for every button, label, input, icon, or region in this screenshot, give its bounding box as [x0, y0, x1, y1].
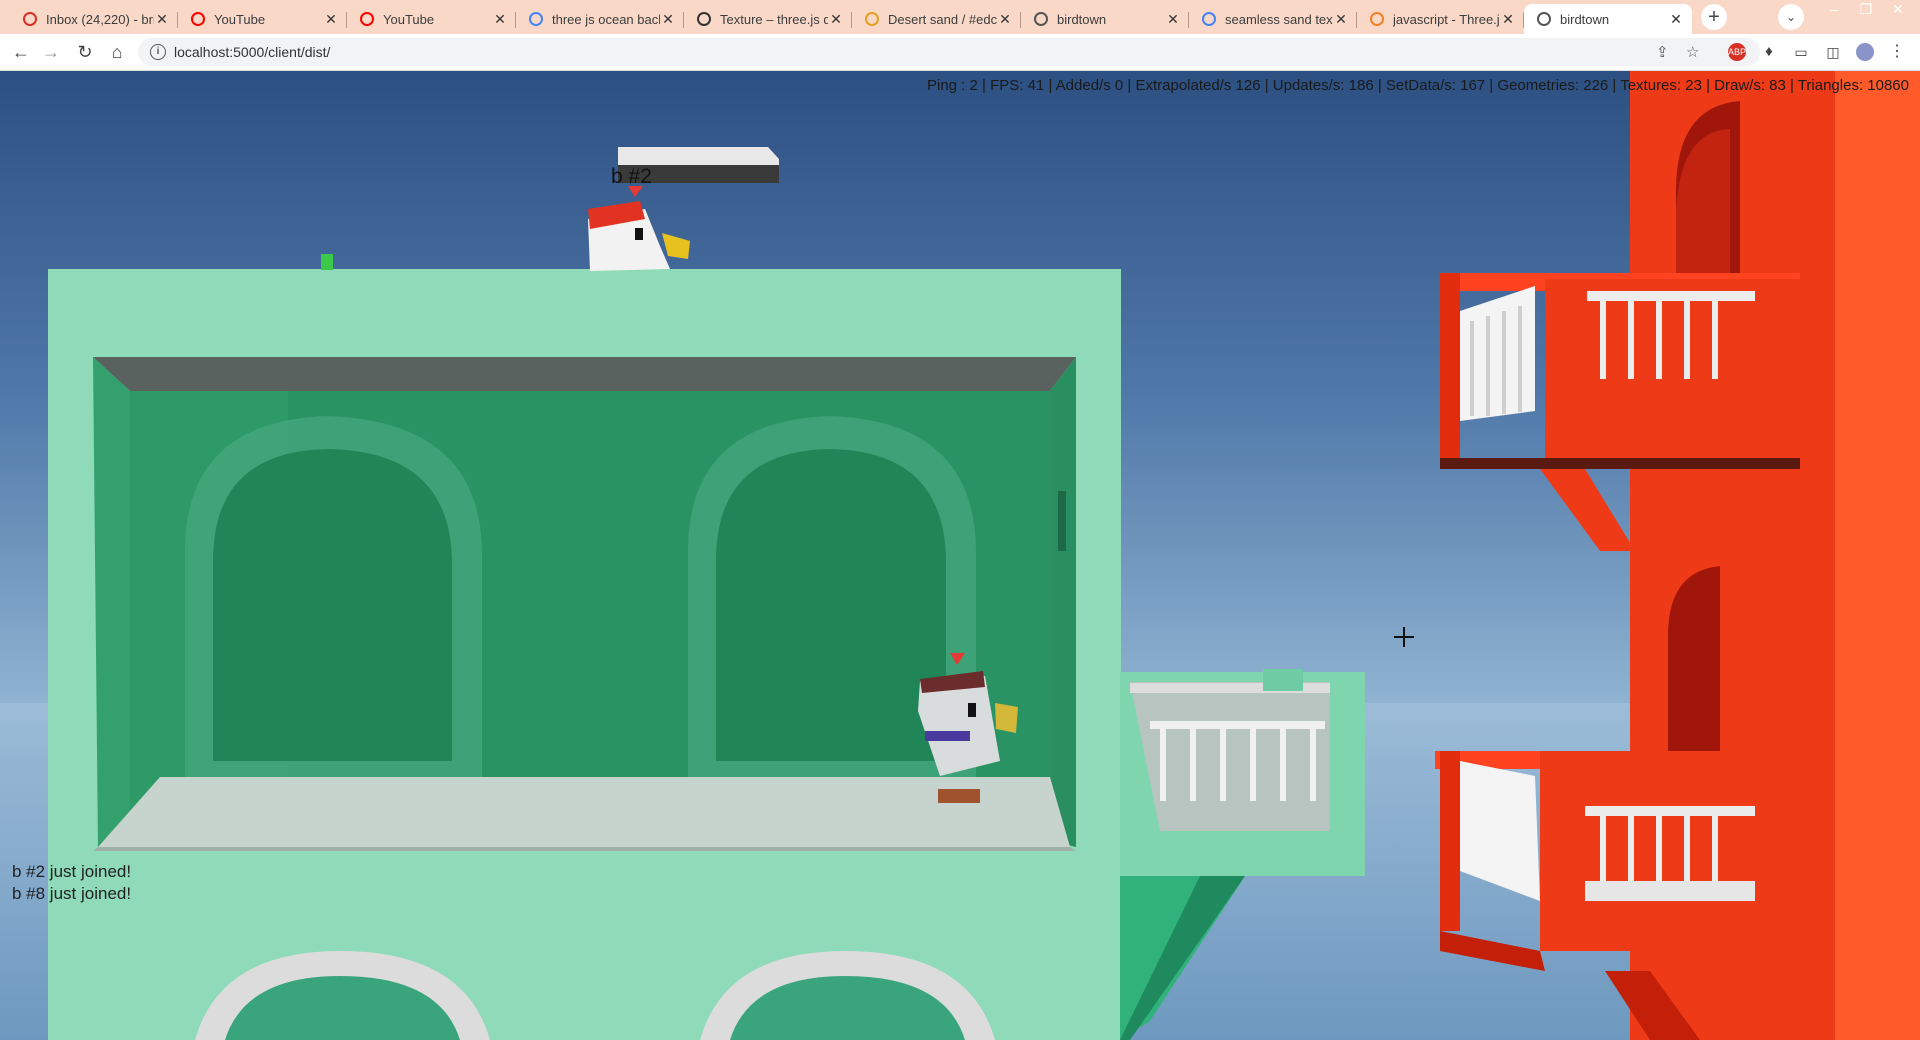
forward-icon[interactable]: → [40, 41, 62, 63]
tab-search-chevron-icon[interactable]: ⌄ [1778, 4, 1804, 30]
tab-close-icon[interactable]: ✕ [492, 11, 508, 28]
cast-icon[interactable]: ▭ [1792, 43, 1810, 61]
new-tab-button[interactable]: + [1701, 4, 1727, 30]
profile-avatar[interactable] [1856, 43, 1874, 61]
tab-close-icon[interactable]: ✕ [828, 11, 844, 28]
tab-close-icon[interactable]: ✕ [154, 11, 170, 28]
colorhexa-icon [864, 11, 880, 27]
back-icon[interactable]: ← [10, 41, 32, 63]
tab-title: javascript - Three.js [1393, 11, 1500, 27]
chat-log: b #2 just joined! b #8 just joined! [12, 861, 131, 905]
youtube-icon [359, 11, 375, 27]
tab-title: seamless sand textu [1225, 11, 1333, 27]
tab-title: Texture – three.js do [720, 11, 828, 27]
restore-icon[interactable]: ❐ [1852, 0, 1880, 20]
tab-8[interactable]: seamless sand textu ✕ [1189, 4, 1357, 34]
adblock-extension-icon[interactable]: ABP [1728, 43, 1746, 61]
home-icon[interactable]: ⌂ [106, 41, 128, 63]
tab-1[interactable]: Inbox (24,220) - brian✕ [10, 4, 178, 34]
side-panel-icon[interactable]: ◫ [1824, 43, 1842, 61]
site-info-icon[interactable]: i [150, 44, 166, 60]
tab-9[interactable]: javascript - Three.js ✕ [1357, 4, 1524, 34]
performance-stats: Ping : 2 | FPS: 41 | Added/s 0 | Extrapo… [926, 77, 1909, 94]
game-scene [0, 71, 1920, 1040]
tab-title: birdtown [1057, 11, 1107, 27]
minimize-icon[interactable]: – [1820, 0, 1848, 20]
tab-6[interactable]: Desert sand / #edc ✕ [852, 4, 1021, 34]
bookmark-star-icon[interactable]: ☆ [1686, 43, 1699, 61]
browser-menu-icon[interactable]: ⋮ [1888, 43, 1906, 61]
browser-tab-strip: Inbox (24,220) - brian✕YouTube✕YouTube✕t… [0, 0, 1920, 34]
tab-close-icon[interactable]: ✕ [997, 11, 1013, 28]
tab-2[interactable]: YouTube ✕ [178, 4, 347, 34]
tab-title: Inbox (24,220) - brian [46, 11, 154, 27]
address-bar[interactable]: i localhost:5000/client/dist/ ⇪ ☆ [138, 38, 1760, 66]
browser-toolbar: ← → ↻ ⌂ i localhost:5000/client/dist/ ⇪ … [0, 34, 1920, 71]
tab-title: YouTube [383, 11, 435, 27]
gmail-icon [22, 11, 38, 27]
globe-icon [1536, 11, 1552, 27]
tab-title: three js ocean back [552, 11, 660, 27]
tab-close-icon[interactable]: ✕ [660, 11, 676, 28]
extensions-puzzle-icon[interactable]: ♦ [1760, 43, 1778, 61]
tab-close-icon[interactable]: ✕ [323, 11, 339, 28]
tab-title: YouTube [214, 11, 266, 27]
close-window-icon[interactable]: ✕ [1884, 0, 1912, 20]
tab-close-icon[interactable]: ✕ [1500, 11, 1516, 28]
globe-icon [1033, 11, 1049, 27]
google-icon [1201, 11, 1217, 27]
tab-title: birdtown [1560, 11, 1610, 27]
google-icon [528, 11, 544, 27]
tab-close-icon[interactable]: ✕ [1668, 11, 1684, 28]
tab-close-icon[interactable]: ✕ [1333, 11, 1349, 28]
chat-message: b #8 just joined! [12, 884, 132, 903]
youtube-icon [190, 11, 206, 27]
small-green-bird [321, 254, 333, 270]
chat-message: b #2 just joined! [12, 862, 132, 881]
tab-3[interactable]: YouTube ✕ [347, 4, 516, 34]
share-icon[interactable]: ⇪ [1656, 43, 1669, 61]
tab-4[interactable]: three js ocean back ✕ [516, 4, 684, 34]
crosshair-icon [1392, 625, 1416, 649]
tab-5[interactable]: Texture – three.js do ✕ [684, 4, 852, 34]
threejs-icon [696, 11, 712, 27]
tab-7[interactable]: birdtown ✕ [1021, 4, 1189, 34]
player-name-tag: b #2 [611, 165, 652, 188]
reload-icon[interactable]: ↻ [74, 41, 96, 63]
address-url[interactable]: localhost:5000/client/dist/ [174, 44, 330, 60]
tab-title: Desert sand / #edc [888, 11, 997, 27]
stackoverflow-icon [1369, 11, 1385, 27]
tab-10[interactable]: birdtown ✕ [1524, 4, 1692, 34]
tab-close-icon[interactable]: ✕ [1165, 11, 1181, 28]
game-viewport[interactable]: Ping : 2 | FPS: 41 | Added/s 0 | Extrapo… [0, 71, 1920, 1040]
